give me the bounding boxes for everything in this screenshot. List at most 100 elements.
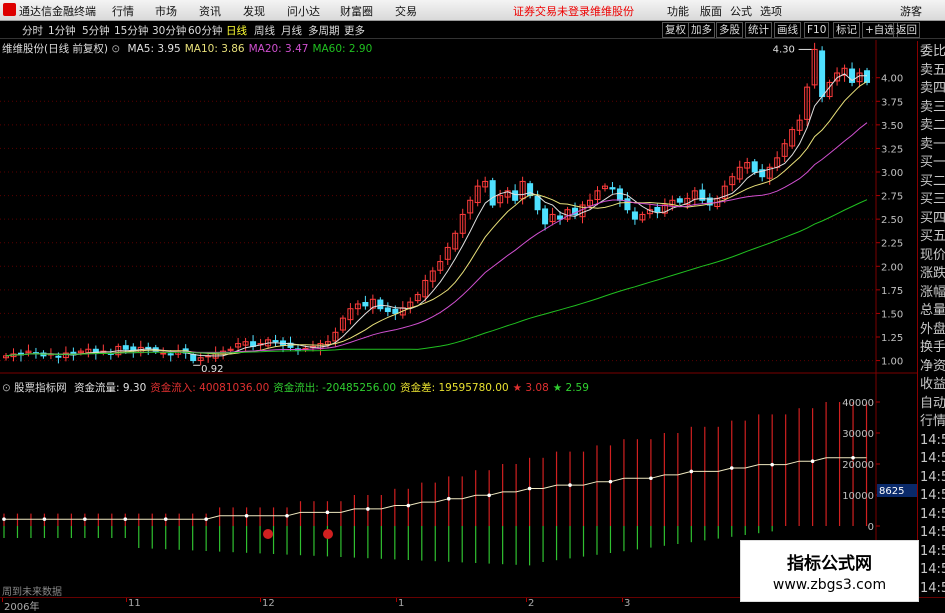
candle-body [864,70,871,83]
settings-icon-sub[interactable]: ⊙ [2,382,11,394]
quote-panel-label: 14:5 [920,525,945,540]
btn-back[interactable]: 返回 [893,22,920,38]
indicator-name: 股票指标网 [14,382,67,394]
quote-panel-label: 14:5 [920,543,945,559]
candle-body [512,190,519,201]
flow-dot [83,517,87,521]
period-multi[interactable]: 多周期 [308,23,340,38]
menu-item-function[interactable]: 功能 [667,3,689,19]
y-tick-label: 1.50 [881,309,903,320]
menu-item-market[interactable]: 市场 [155,3,177,19]
chart-area[interactable]: 4.00 3.75 3.50 3.25 3.00 2.75 2.50 2.25 2.00 1.75… [0,40,917,597]
menu-item-options[interactable]: 选项 [760,3,782,19]
flow-dot [446,496,451,501]
flow-dot [406,503,411,508]
btn-restore-rights[interactable]: 复权 [662,22,689,38]
candle-body [489,180,496,206]
quote-panel-label: 自动 [920,395,945,411]
date-label: 2 [528,598,535,609]
period-5min[interactable]: 5分钟 [82,23,110,38]
flow-dot [487,493,491,498]
flow-dot [689,469,694,474]
app-title: 通达信金融终端 [19,5,96,18]
candle-body [392,308,399,314]
quote-panel-label: 14:5 [920,432,945,448]
quote-panel-label: 委比 [920,44,945,59]
period-15min[interactable]: 15分钟 [114,23,148,38]
menu-item-ask[interactable]: 问小达 [287,3,320,19]
fund-flow-line [2,456,867,539]
date-tick [622,598,623,602]
date-label: 1 [398,598,405,609]
buy-signal-icon [263,529,273,539]
date-label: 3 [624,598,631,609]
watermark: 指标公式网 www.zbgs3.com [740,540,919,602]
quote-panel-label: 收益 [920,377,945,392]
period-60min[interactable]: 60分钟 [188,23,222,38]
quote-panel-label: 14:5 [920,562,945,577]
menu-item-layout[interactable]: 版面 [700,3,722,19]
menu-bar: 通达信金融终端 行情 市场 资讯 发现 问小达 财富圈 交易 证券交易未登录 维… [0,0,945,21]
candle-body [160,352,167,355]
app-logo-icon [3,3,16,16]
y-tick-label: 2.50 [881,215,903,226]
y-tick-label: 1.25 [881,333,903,344]
login-notice[interactable]: 证券交易未登录 [513,3,590,19]
period-toolbar: 分时 1分钟 5分钟 15分钟 30分钟 60分钟 日线 周线 月线 多周期 更… [0,21,945,39]
watermark-title: 指标公式网 [787,554,872,574]
btn-add-multi[interactable]: 加多 [688,22,715,38]
flow-dot [42,517,47,521]
btn-mark[interactable]: 标记 [833,22,860,38]
btn-f10[interactable]: F10 [804,22,830,38]
candle-body [557,215,564,220]
quote-panel-label: 涨跌 [920,266,945,281]
flow-dot [729,466,734,470]
period-monthly[interactable]: 月线 [281,23,302,38]
y-tick-label: 2.25 [881,239,903,250]
period-daily[interactable]: 日线 [226,23,247,38]
candle-body [616,188,623,201]
quote-panel-label: 14:5 [920,469,945,485]
ma20-line [5,122,868,357]
quote-panel-label: 买四 [920,210,945,226]
quote-panel-label: 卖一 [920,136,945,152]
sub-y-tick-label: 40000 [842,398,874,409]
menu-item-discover[interactable]: 发现 [243,3,265,19]
menu-item-wealth[interactable]: 财富圈 [340,3,373,19]
candle-body [654,206,661,213]
candle-body [534,195,541,211]
period-1min[interactable]: 1分钟 [48,23,76,38]
btn-multi-stock[interactable]: 多股 [716,22,743,38]
btn-draw-line[interactable]: 画线 [774,22,801,38]
fund-flow-label: 资金流入: 40081036.00 [150,382,270,394]
period-weekly[interactable]: 周线 [254,23,275,38]
menu-item-trade[interactable]: 交易 [395,3,417,19]
flow-dot [810,459,815,464]
quote-panel-label: 卖四 [920,81,945,96]
user-label[interactable]: 游客 [900,3,922,19]
quote-panel-label: 卖五 [920,62,945,78]
period-tick[interactable]: 分时 [22,23,43,38]
menu-item-formula[interactable]: 公式 [730,3,752,19]
quote-panel-label: 14:5 [920,506,945,522]
sub-y-tick-label: 20000 [842,460,874,471]
quote-panel-label: 净资 [920,358,945,374]
candle-body [167,353,174,356]
candle-body [272,340,279,343]
y-tick-label: 3.50 [881,121,903,132]
period-more[interactable]: 更多 [344,23,365,38]
date-label: 12 [262,598,275,609]
y-tick-label: 4.00 [881,74,903,85]
menu-item-news[interactable]: 资讯 [199,3,221,19]
period-30min[interactable]: 30分钟 [152,23,186,38]
flow-dot [285,513,289,518]
quote-panel-label: 换手 [920,340,945,355]
quote-panel-label: 涨幅 [920,284,945,300]
sub-chart-legend: ⊙ 股票指标网 资金流量: 9.30 资金流入: 40081036.00 资金流出:… [2,380,589,395]
candle-body [384,307,391,313]
y-tick-label: 3.25 [881,144,903,155]
menu-item-quotes[interactable]: 行情 [112,3,134,19]
candle-body [122,345,129,350]
quote-panel-label: 14:5 [920,580,945,596]
btn-stats[interactable]: 统计 [745,22,772,38]
